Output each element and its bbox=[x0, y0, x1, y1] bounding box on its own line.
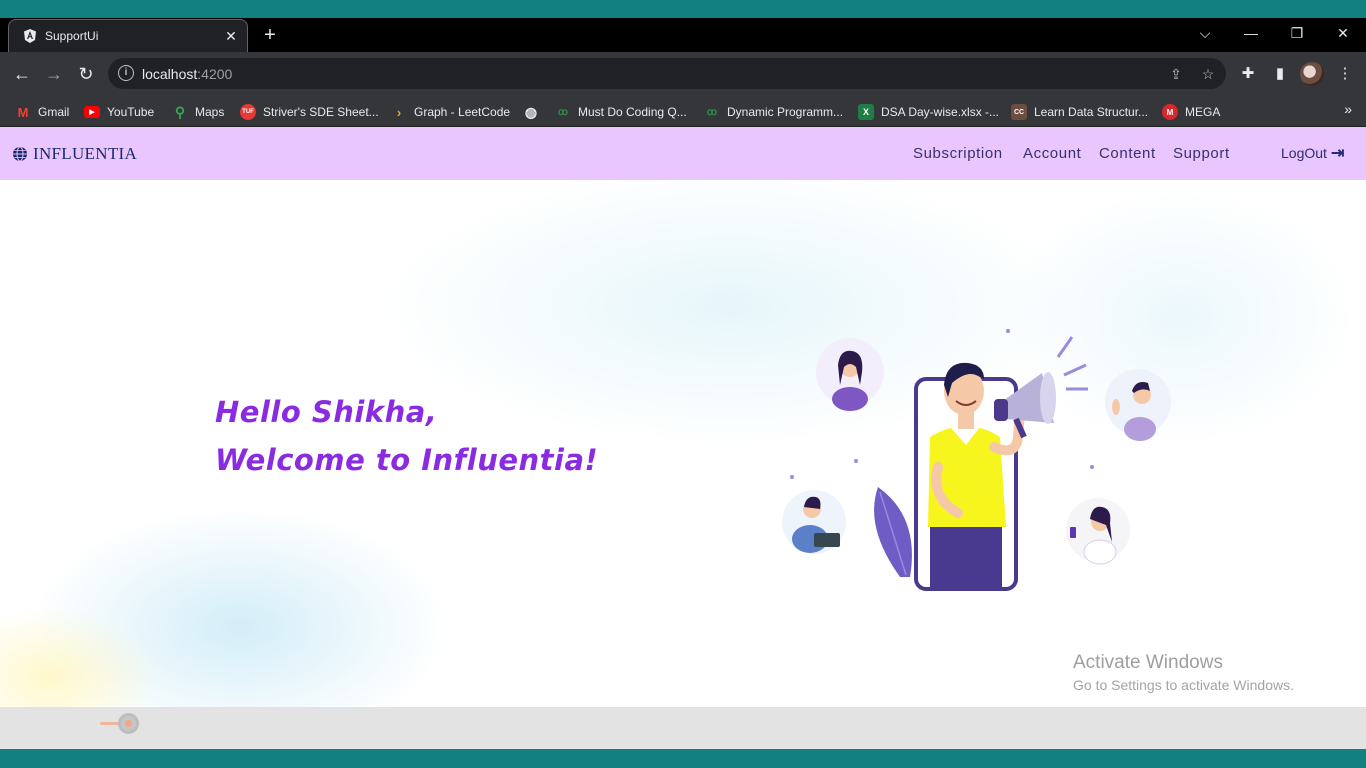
logout-button[interactable]: LogOut ⇥ bbox=[1281, 143, 1344, 163]
desktop-bottom-strip bbox=[0, 749, 1366, 768]
bookmark-learn-ds[interactable]: CC Learn Data Structur... bbox=[1011, 102, 1148, 122]
avatar-man-laptop bbox=[782, 490, 846, 554]
app-navbar: INFLUENTIA Subscription Account Content … bbox=[0, 127, 1366, 180]
bookmark-mega[interactable]: M MEGA bbox=[1162, 102, 1220, 122]
extensions-icon[interactable]: ✚ bbox=[1237, 63, 1259, 85]
nav-link-account[interactable]: Account bbox=[1023, 145, 1081, 162]
new-tab-button[interactable]: + bbox=[259, 24, 281, 46]
gfg-icon: ꝏ bbox=[557, 106, 569, 118]
excel-icon: X bbox=[858, 104, 874, 120]
maps-icon: ⚲ bbox=[174, 103, 186, 120]
nav-link-subscription[interactable]: Subscription bbox=[913, 145, 1003, 162]
cc-icon: CC bbox=[1011, 104, 1027, 120]
activate-windows-subtitle: Go to Settings to activate Windows. bbox=[1073, 677, 1294, 693]
megaphone-illustration bbox=[782, 329, 1171, 591]
avatar-man-right bbox=[1105, 369, 1171, 441]
brand-name: INFLUENTIA bbox=[33, 144, 138, 163]
page-viewport: INFLUENTIA Subscription Account Content … bbox=[0, 127, 1366, 749]
nav-link-support[interactable]: Support bbox=[1173, 145, 1230, 162]
site-info-icon[interactable]: i bbox=[118, 65, 134, 81]
menu-kebab-icon[interactable]: ⋮ bbox=[1334, 63, 1356, 85]
bookmark-star-icon[interactable]: ☆ bbox=[1198, 64, 1218, 84]
youtube-icon: ▶ bbox=[84, 106, 100, 118]
page-footer-bar bbox=[0, 707, 1366, 749]
bookmark-youtube[interactable]: ▶ YouTube bbox=[84, 102, 154, 122]
logout-icon: ⇥ bbox=[1330, 145, 1345, 162]
nav-link-content[interactable]: Content bbox=[1099, 145, 1156, 162]
reload-icon[interactable]: ↻ bbox=[74, 62, 98, 86]
browser-tabbar: SupportUi ✕ + ⌵ — ❐ ✕ bbox=[0, 18, 1366, 52]
browser-toolbar: ← → ↻ i localhost:4200 ⇪ ☆ ✚ ▮ ⋮ bbox=[0, 52, 1366, 96]
bookmark-gmail[interactable]: M Gmail bbox=[15, 102, 70, 122]
share-icon[interactable]: ⇪ bbox=[1166, 64, 1186, 84]
globe-icon bbox=[13, 146, 27, 162]
bookmarks-overflow-icon[interactable]: » bbox=[1344, 101, 1352, 117]
angular-favicon-icon bbox=[24, 29, 36, 43]
brand-logo[interactable]: INFLUENTIA bbox=[12, 144, 137, 164]
tab-close-icon[interactable]: ✕ bbox=[223, 28, 239, 44]
bookmark-striver[interactable]: TUF Striver's SDE Sheet... bbox=[240, 102, 379, 122]
bookmark-leetcode[interactable]: › Graph - LeetCode bbox=[391, 102, 510, 122]
browser-tab[interactable]: SupportUi ✕ bbox=[8, 19, 248, 52]
mega-icon: M bbox=[1162, 104, 1178, 120]
greeting-line-2: Welcome to Influentia! bbox=[215, 443, 599, 477]
avatar-woman-phone bbox=[1066, 498, 1130, 565]
leetcode-icon: › bbox=[396, 104, 402, 120]
tuf-icon: TUF bbox=[240, 104, 256, 120]
side-panel-icon[interactable]: ▮ bbox=[1269, 63, 1291, 85]
minimize-icon[interactable]: — bbox=[1231, 18, 1271, 48]
forward-icon[interactable]: → bbox=[42, 62, 66, 86]
slider-handle[interactable] bbox=[118, 713, 139, 734]
bookmark-must-do[interactable]: ꝏ Must Do Coding Q... bbox=[555, 102, 687, 122]
gfg-icon: ꝏ bbox=[706, 106, 718, 118]
bookmark-maps[interactable]: ⚲ Maps bbox=[172, 102, 224, 122]
desktop-top-strip bbox=[0, 0, 1366, 18]
bookmarks-bar: M Gmail ▶ YouTube ⚲ Maps TUF Striver's SDE S… bbox=[0, 96, 1366, 127]
globe-icon: ◍ bbox=[524, 103, 538, 120]
back-icon[interactable]: ← bbox=[10, 62, 34, 86]
bookmark-globe[interactable]: ◍ bbox=[523, 102, 546, 122]
greeting-line-1: Hello Shikha, bbox=[215, 395, 438, 429]
avatar-woman-top bbox=[816, 338, 884, 411]
window-close-icon[interactable]: ✕ bbox=[1323, 18, 1363, 48]
url-text: localhost:4200 bbox=[142, 66, 233, 82]
tab-title: SupportUi bbox=[45, 29, 99, 43]
logout-label: LogOut bbox=[1281, 145, 1327, 161]
bookmark-dynamic-programming[interactable]: ꝏ Dynamic Programm... bbox=[704, 102, 843, 122]
bookmark-dsa-sheet[interactable]: X DSA Day-wise.xlsx -... bbox=[858, 102, 999, 122]
activate-windows-title: Activate Windows bbox=[1073, 652, 1223, 673]
restore-icon[interactable]: ❐ bbox=[1277, 18, 1317, 48]
tab-search-icon[interactable]: ⌵ bbox=[1185, 18, 1225, 48]
gmail-icon: M bbox=[17, 104, 29, 120]
address-bar[interactable]: i localhost:4200 ⇪ ☆ bbox=[108, 58, 1226, 89]
profile-avatar[interactable] bbox=[1300, 62, 1324, 86]
